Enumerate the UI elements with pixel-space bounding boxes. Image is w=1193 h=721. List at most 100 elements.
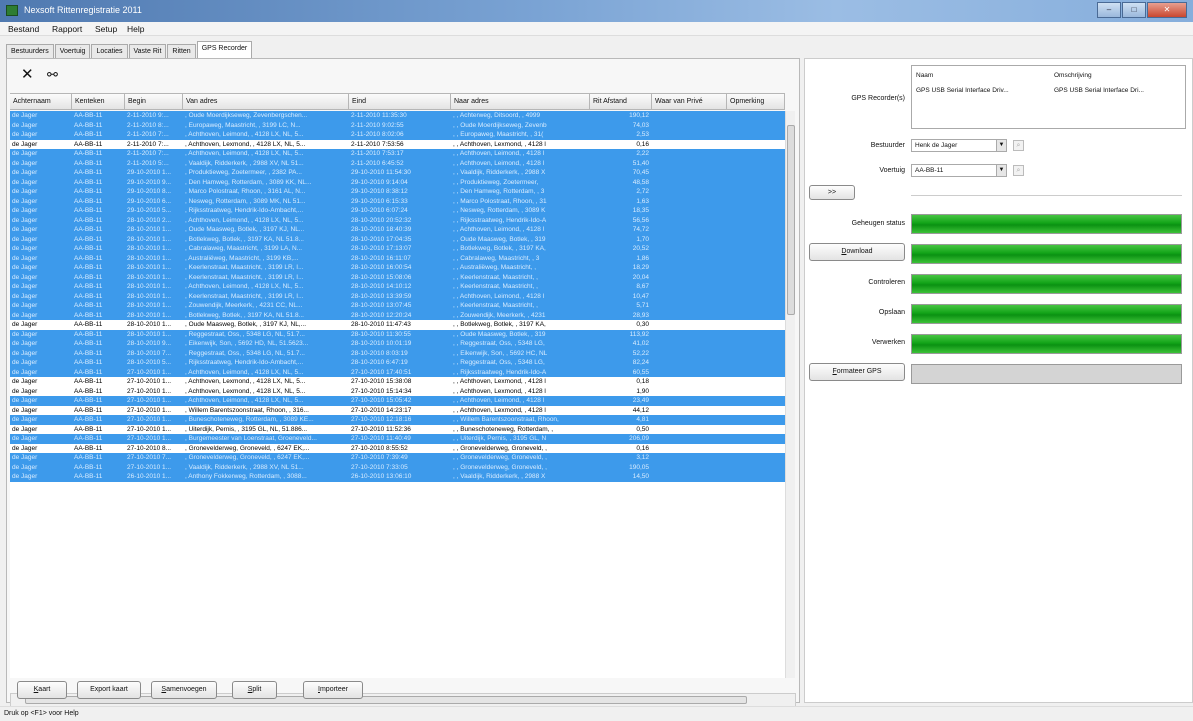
table-row[interactable]: de Jager AA-BB-11 27-10-2010 1... , Achthov… [10, 386, 785, 396]
table-row[interactable]: de Jager AA-BB-11 28-10-2010 2... , Achthov… [10, 215, 785, 225]
table-row[interactable]: de Jager AA-BB-11 28-10-2010 1... , Cabrala… [10, 244, 785, 254]
table-row[interactable]: de Jager AA-BB-11 2-11-2010 7:... , Achthov… [10, 149, 785, 159]
table-row[interactable]: de Jager AA-BB-11 26-10-2010 1... , Anthony… [10, 472, 785, 482]
minimize-button[interactable]: – [1097, 2, 1121, 18]
close-window-button[interactable]: ✕ [1147, 2, 1187, 18]
bestuurder-value: Henk de Jager [915, 142, 958, 149]
search-icon[interactable]: ⌕ [1013, 140, 1024, 151]
table-row[interactable]: de Jager AA-BB-11 27-10-2010 1... , Vaaldij… [10, 462, 785, 472]
column-header-naar-adres[interactable]: Naar adres [451, 93, 590, 110]
vertical-scrollbar[interactable] [785, 111, 795, 678]
table-row[interactable]: de Jager AA-BB-11 28-10-2010 1... , Austral… [10, 253, 785, 263]
table-row[interactable]: de Jager AA-BB-11 29-10-2010 5... , Rijksst… [10, 206, 785, 216]
tab-vaste-rit[interactable]: Vaste Rit [128, 44, 167, 58]
table-row[interactable]: de Jager AA-BB-11 27-10-2010 1... , Burgeme… [10, 434, 785, 444]
table-row[interactable]: de Jager AA-BB-11 28-10-2010 1... , Oude Ma… [10, 225, 785, 235]
table-row[interactable]: de Jager AA-BB-11 28-10-2010 1... , Oude Ma… [10, 320, 785, 330]
tab-locaties[interactable]: Locaties [91, 44, 128, 58]
split-button[interactable]: Split [232, 681, 277, 699]
table-row[interactable]: de Jager AA-BB-11 28-10-2010 1... , Botlekw… [10, 234, 785, 244]
opslaan-progress-fill [912, 305, 1181, 323]
van-adres-cell: , Botlekweg, Botlek, , 3197 KA, NL 51.8.… [185, 311, 304, 319]
table-row[interactable]: de Jager AA-BB-11 29-10-2010 6... , Nesweg,… [10, 196, 785, 206]
menu-setup[interactable]: Setup [95, 24, 117, 34]
table-row[interactable]: de Jager AA-BB-11 28-10-2010 5... , Rijksst… [10, 358, 785, 368]
voertuig-select[interactable]: AA-BB-11 ▼ [911, 164, 1007, 177]
column-header-kenteken[interactable]: Kenteken [72, 93, 125, 110]
bestuurder-select[interactable]: Henk de Jager ▼ [911, 139, 1007, 152]
export-kaart-button[interactable]: Export kaart [77, 681, 141, 699]
table-row[interactable]: de Jager AA-BB-11 28-10-2010 1... , Keerlen… [10, 272, 785, 282]
table-row[interactable]: de Jager AA-BB-11 28-10-2010 1... , Reggest… [10, 329, 785, 339]
column-header-opmerking[interactable]: Opmerking [727, 93, 785, 110]
table-row[interactable]: de Jager AA-BB-11 28-10-2010 1... , Botlekw… [10, 310, 785, 320]
table-row[interactable]: de Jager AA-BB-11 28-10-2010 1... , Achthov… [10, 282, 785, 292]
menu-bestand[interactable]: Bestand [8, 24, 39, 34]
chevron-down-icon[interactable]: ▼ [996, 140, 1006, 151]
tab-voertuig[interactable]: Voertuig [54, 44, 91, 58]
van-adres-cell: , Keerlenstraat, Maastricht, , 3199 LR, … [185, 273, 304, 281]
begin-cell: 2-11-2010 7:... [127, 150, 169, 157]
achternaam-cell: de Jager [12, 340, 38, 347]
gps-recorder-list[interactable]: Naam Omschrijving GPS USB Serial Interfa… [911, 65, 1186, 129]
van-adres-cell: , Achthoven, Leimond, , 4128 LX, NL, 5..… [185, 397, 304, 404]
importeer-button[interactable]: Importeer [303, 681, 363, 699]
achternaam-cell: de Jager [12, 121, 38, 129]
table-row[interactable]: de Jager AA-BB-11 2-11-2010 9:... , Oude Mo… [10, 111, 785, 121]
column-header-eind[interactable]: Eind [349, 93, 451, 110]
achternaam-cell: de Jager [12, 330, 38, 338]
naar-adres-cell: , , Gronevelderweg, Groneveld, , [453, 463, 547, 471]
table-row[interactable]: de Jager AA-BB-11 29-10-2010 9... , Den Ham… [10, 177, 785, 187]
tab-bestuurders[interactable]: Bestuurders [6, 44, 54, 58]
table-row[interactable]: de Jager AA-BB-11 2-11-2010 7:... , Achthov… [10, 130, 785, 140]
table-row[interactable]: de Jager AA-BB-11 29-10-2010 8... , Marco P… [10, 187, 785, 197]
kenteken-cell: AA-BB-11 [74, 188, 103, 195]
kenteken-cell: AA-BB-11 [74, 397, 103, 404]
transfer-button[interactable]: >> [809, 185, 855, 200]
table-row[interactable]: de Jager AA-BB-11 28-10-2010 9... , Eikenwi… [10, 339, 785, 349]
achternaam-cell: de Jager [12, 226, 38, 233]
eind-cell: 26-10-2010 13:06:10 [351, 473, 412, 480]
column-header-van-adres[interactable]: Van adres [183, 93, 349, 110]
table-row[interactable]: de Jager AA-BB-11 28-10-2010 1... , Keerlen… [10, 291, 785, 301]
maximize-button[interactable]: □ [1122, 2, 1146, 18]
binoculars-icon[interactable]: ⚯ [47, 67, 58, 82]
kenteken-cell: AA-BB-11 [74, 197, 103, 205]
download-button[interactable]: Download [809, 243, 905, 261]
table-row[interactable]: de Jager AA-BB-11 27-10-2010 1... , Achthov… [10, 367, 785, 377]
column-header-begin[interactable]: Begin [125, 93, 183, 110]
controleren-label: Controleren [868, 279, 905, 286]
tab-gps-recorder[interactable]: GPS Recorder [196, 41, 253, 58]
achternaam-cell: de Jager [12, 463, 38, 471]
vertical-scroll-thumb[interactable] [787, 125, 795, 315]
table-row[interactable]: de Jager AA-BB-11 27-10-2010 1... , Uiterdi… [10, 424, 785, 434]
table-row[interactable]: de Jager AA-BB-11 27-10-2010 8... , Groneve… [10, 443, 785, 453]
table-row[interactable]: de Jager AA-BB-11 28-10-2010 1... , Zouwend… [10, 301, 785, 311]
table-row[interactable]: de Jager AA-BB-11 27-10-2010 1... , Willem … [10, 405, 785, 415]
eind-cell: 27-10-2010 15:38:08 [351, 378, 412, 385]
table-row[interactable]: de Jager AA-BB-11 27-10-2010 1... , Bunesch… [10, 415, 785, 425]
search-icon[interactable]: ⌕ [1013, 165, 1024, 176]
table-row[interactable]: de Jager AA-BB-11 2-11-2010 5:... , Vaaldij… [10, 158, 785, 168]
gps-device-description[interactable]: GPS USB Serial Interface Dri... [1054, 87, 1144, 94]
kaart-button[interactable]: Kaart [17, 681, 67, 699]
table-row[interactable]: de Jager AA-BB-11 27-10-2010 1... , Achthov… [10, 396, 785, 406]
column-header-achternaam[interactable]: Achternaam [10, 93, 72, 110]
formateer-gps-button[interactable]: Formateer GPS [809, 363, 905, 381]
close-icon[interactable]: ✕ [21, 67, 34, 82]
column-header-waar-van-prive[interactable]: Waar van Privé [652, 93, 727, 110]
table-row[interactable]: de Jager AA-BB-11 27-10-2010 7... , Groneve… [10, 453, 785, 463]
chevron-down-icon[interactable]: ▼ [996, 165, 1006, 176]
tab-ritten[interactable]: Ritten [167, 44, 196, 58]
samenvoegen-button[interactable]: Samenvoegen [151, 681, 217, 699]
table-row[interactable]: de Jager AA-BB-11 2-11-2010 7:... , Achthov… [10, 139, 785, 149]
gps-device-name[interactable]: GPS USB Serial Interface Driv... [916, 87, 1009, 94]
table-row[interactable]: de Jager AA-BB-11 2-11-2010 8:... , Europaw… [10, 120, 785, 130]
menu-rapport[interactable]: Rapport [52, 24, 82, 34]
table-row[interactable]: de Jager AA-BB-11 28-10-2010 1... , Keerlen… [10, 263, 785, 273]
menu-help[interactable]: Help [127, 24, 144, 34]
table-row[interactable]: de Jager AA-BB-11 27-10-2010 1... , Achthov… [10, 377, 785, 387]
table-row[interactable]: de Jager AA-BB-11 28-10-2010 7... , Reggest… [10, 348, 785, 358]
table-row[interactable]: de Jager AA-BB-11 29-10-2010 1... , Produkt… [10, 168, 785, 178]
column-header-rit-afstand[interactable]: Rit Afstand [590, 93, 652, 110]
